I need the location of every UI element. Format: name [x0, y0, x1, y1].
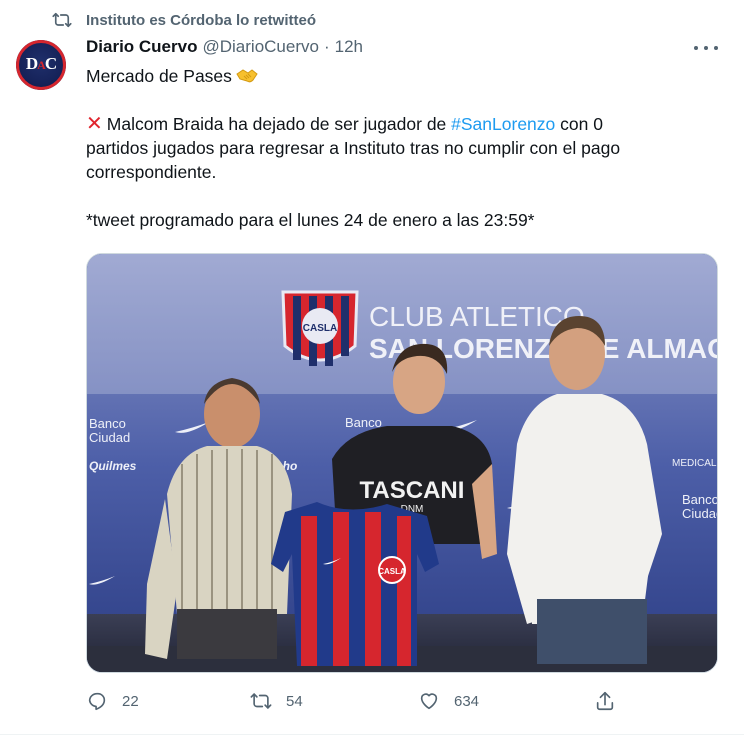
header-separator: ·	[323, 37, 330, 56]
retweet-icon	[52, 12, 72, 28]
reply-count: 22	[122, 692, 139, 710]
svg-text:CASLA: CASLA	[303, 323, 337, 334]
svg-text:MEDICAL: MEDICAL	[672, 458, 717, 469]
svg-text:Banco: Banco	[682, 492, 718, 507]
avatar-logo: DAC	[25, 54, 57, 73]
retweet-action[interactable]: 54	[250, 690, 303, 712]
held-jersey: CASLA	[271, 502, 439, 666]
svg-text:Ciudad: Ciudad	[682, 506, 718, 521]
share-action[interactable]	[594, 690, 630, 712]
like-count: 634	[454, 692, 480, 710]
heart-icon	[420, 693, 438, 710]
svg-text:Quilmes: Quilmes	[89, 459, 137, 473]
handshake-emoji-icon	[236, 69, 258, 83]
retweet-count: 54	[286, 692, 303, 710]
reply-action[interactable]: 22	[86, 690, 139, 712]
tweet-text: Mercado de Pases ✕ Malcom Braida ha dejad…	[86, 64, 716, 232]
club-crest-backdrop: CASLA	[281, 290, 359, 366]
tweet-line-5: *tweet programado para el lunes 24 de en…	[86, 210, 535, 230]
author-handle[interactable]: @DiarioCuervo	[202, 37, 318, 57]
tweet-timestamp[interactable]: 12h	[335, 37, 363, 57]
reply-icon	[88, 692, 106, 711]
avatar[interactable]: DAC	[16, 40, 66, 90]
retweet-banner[interactable]: Instituto es Córdoba lo retwitteó	[52, 10, 316, 30]
tweet-line-1: Mercado de Pases	[86, 64, 716, 88]
hashtag-link[interactable]: #SanLorenzo	[451, 114, 555, 134]
tweet-header: Diario Cuervo @DiarioCuervo · 12h	[86, 37, 363, 57]
backdrop-title-line1: CLUB ATLETICO	[369, 301, 585, 332]
retweet-icon	[250, 693, 272, 709]
tweet-line-3: partidos jugados para regresar a Institu…	[86, 138, 621, 158]
like-action[interactable]: 634	[418, 690, 479, 712]
author-name[interactable]: Diario Cuervo	[86, 37, 197, 57]
more-options-icon[interactable]	[694, 38, 718, 58]
photo-scene: CASLA CLUB ATLETICO SAN LORENZO DE ALMAG…	[87, 254, 718, 672]
svg-text:CASLA: CASLA	[378, 567, 406, 576]
tweet-line-4: correspondiente.	[86, 162, 217, 182]
svg-text:Ciudad: Ciudad	[89, 430, 130, 445]
cross-mark-icon: ✕	[86, 113, 103, 135]
tweet-photo[interactable]: CASLA CLUB ATLETICO SAN LORENZO DE ALMAG…	[86, 253, 718, 673]
svg-text:Banco: Banco	[89, 416, 126, 431]
divider	[0, 734, 744, 735]
player-shirt-text: TASCANI	[360, 477, 465, 504]
share-icon	[596, 691, 614, 711]
tweet-line-2: ✕ Malcom Braida ha dejado de ser jugador …	[86, 113, 603, 135]
retweet-banner-text: Instituto es Córdoba lo retwitteó	[86, 11, 317, 29]
svg-text:Banco: Banco	[345, 415, 382, 430]
tweet-actions: 22 54 634	[86, 690, 718, 718]
